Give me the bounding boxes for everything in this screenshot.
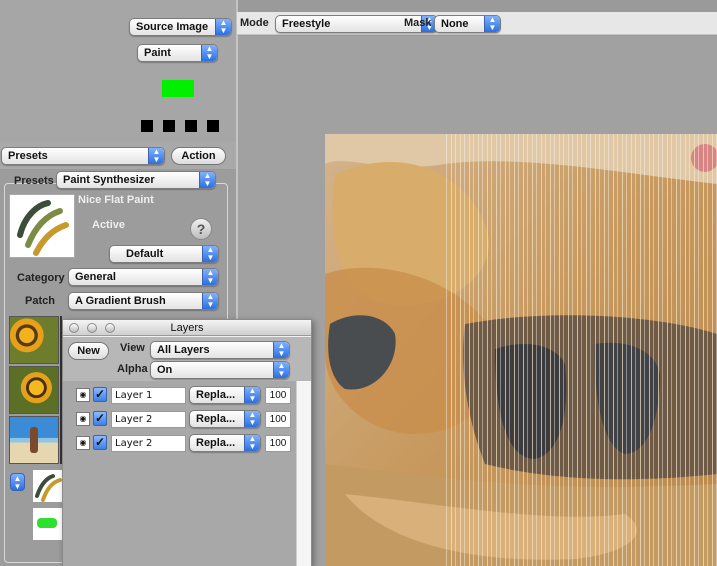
updown-arrow-icon: ▲ ▼: [201, 45, 217, 61]
canvas-painting: [325, 134, 717, 566]
opacity-field[interactable]: 100: [265, 411, 291, 428]
black-square-icon[interactable]: [185, 120, 197, 132]
presets-synth-value: Paint Synthesizer: [63, 174, 155, 186]
paint-popup[interactable]: Paint ▲ ▼: [137, 44, 218, 62]
updown-arrow-icon: ▲ ▼: [199, 172, 215, 188]
updown-arrow-icon: ▲ ▼: [215, 19, 231, 35]
layer-name-field[interactable]: Layer 2: [111, 411, 186, 428]
close-icon[interactable]: [69, 323, 79, 333]
layers-scrollbar[interactable]: [296, 381, 311, 566]
brush-strokes-icon: [17, 200, 69, 256]
updown-arrow-icon: ▲ ▼: [202, 269, 218, 285]
mask-popup[interactable]: None ▲ ▼: [434, 15, 501, 33]
blend-mode-popup[interactable]: Repla... ▲ ▼: [189, 434, 261, 452]
preset-name: Nice Flat Paint: [78, 194, 154, 206]
figure-icon: [30, 427, 38, 453]
patch-value: A Gradient Brush: [75, 295, 166, 307]
source-image-label: Source Image: [136, 21, 209, 33]
paint-canvas[interactable]: [325, 134, 717, 566]
eye-icon[interactable]: ◉: [76, 388, 90, 402]
updown-arrow-icon: ▲ ▼: [148, 148, 164, 164]
presets-select[interactable]: Presets ▲ ▼: [1, 147, 165, 165]
updown-arrow-icon: ▲ ▼: [273, 342, 289, 358]
updown-arrow-icon: ▲ ▼: [484, 16, 500, 32]
mask-value: None: [441, 18, 469, 30]
presets-label: Presets: [14, 175, 54, 187]
green-stroke-icon: [37, 518, 57, 528]
updown-arrow-icon: ▲ ▼: [273, 362, 289, 378]
mask-label: Mask: [404, 17, 432, 29]
source-panel: Source Image ▲ ▼ Paint ▲ ▼: [0, 0, 236, 142]
beach-thumbnail[interactable]: [9, 416, 59, 464]
default-popup[interactable]: Default ▲ ▼: [109, 245, 219, 263]
category-label: Category: [17, 272, 65, 284]
blend-mode-popup[interactable]: Repla... ▲ ▼: [189, 410, 261, 428]
black-square-icon[interactable]: [141, 120, 153, 132]
alpha-label: Alpha: [117, 363, 148, 375]
layer-name-field[interactable]: Layer 2: [111, 435, 186, 452]
layers-titlebar[interactable]: Layers: [63, 320, 311, 336]
new-layer-button[interactable]: New: [68, 342, 109, 360]
layers-list: ◉ ✓ Layer 1 Repla... ▲ ▼ 100 ◉ ✓ Layer 2 …: [63, 381, 296, 566]
checkmark-icon[interactable]: ✓: [93, 387, 107, 402]
checkmark-icon[interactable]: ✓: [93, 435, 107, 450]
source-image-popup[interactable]: Source Image ▲ ▼: [129, 18, 232, 36]
help-icon[interactable]: ?: [190, 218, 212, 240]
updown-arrow-icon[interactable]: ▲ ▼: [10, 473, 25, 491]
layers-header: New View All Layers ▲ ▼ Alpha On ▲ ▼: [63, 337, 311, 381]
paint-label: Paint: [144, 47, 171, 59]
layers-window: Layers New View All Layers ▲ ▼ Alpha On ▲…: [62, 319, 312, 566]
brush-strokes-icon: [35, 474, 62, 502]
mode-label: Mode: [240, 17, 269, 29]
black-square-icon[interactable]: [163, 120, 175, 132]
active-label: Active: [92, 219, 126, 231]
view-popup[interactable]: All Layers ▲ ▼: [150, 341, 290, 359]
alpha-value: On: [157, 364, 173, 376]
opacity-field[interactable]: 100: [265, 387, 291, 404]
view-value: All Layers: [157, 344, 210, 356]
updown-arrow-icon: ▲ ▼: [244, 435, 260, 451]
blend-mode-value: Repla...: [196, 389, 236, 401]
presets-bar: Presets ▲ ▼ Action: [0, 142, 236, 169]
opacity-field[interactable]: 100: [265, 435, 291, 452]
mode-value: Freestyle: [282, 18, 331, 30]
presets-select-label: Presets: [8, 150, 48, 162]
black-square-icon[interactable]: [207, 120, 219, 132]
blend-mode-value: Repla...: [196, 437, 236, 449]
brush-preview-thumbnail[interactable]: [33, 470, 63, 502]
checkmark-icon[interactable]: ✓: [93, 411, 107, 426]
layer-row[interactable]: ◉ ✓ Layer 2 Repla... ▲ ▼ 100: [69, 409, 295, 431]
action-button[interactable]: Action: [171, 147, 226, 165]
preset-brush-thumbnail[interactable]: [9, 194, 75, 258]
presets-synth-popup[interactable]: Paint Synthesizer ▲ ▼: [56, 171, 216, 189]
updown-arrow-icon: ▲ ▼: [244, 411, 260, 427]
updown-arrow-icon: ▲ ▼: [202, 293, 218, 309]
toolbar: Mode Freestyle ▲ ▼ Mask None ▲ ▼: [237, 12, 717, 35]
patch-label: Patch: [25, 295, 55, 307]
minimize-icon[interactable]: [87, 323, 97, 333]
blend-mode-popup[interactable]: Repla... ▲ ▼: [189, 386, 261, 404]
layer-name-field[interactable]: Layer 1: [111, 387, 186, 404]
zoom-icon[interactable]: [105, 323, 115, 333]
view-label: View: [120, 342, 145, 354]
default-value: Default: [126, 248, 164, 260]
patch-popup[interactable]: A Gradient Brush ▲ ▼: [68, 292, 219, 310]
eye-icon[interactable]: ◉: [76, 412, 90, 426]
eye-icon[interactable]: ◉: [76, 436, 90, 450]
updown-arrow-icon: ▲ ▼: [244, 387, 260, 403]
layers-title: Layers: [170, 322, 204, 334]
category-value: General: [75, 271, 116, 283]
layer-row[interactable]: ◉ ✓ Layer 2 Repla... ▲ ▼ 100: [69, 433, 295, 455]
alpha-popup[interactable]: On ▲ ▼: [150, 361, 290, 379]
sunflower-thumbnail[interactable]: [9, 366, 59, 414]
category-popup[interactable]: General ▲ ▼: [68, 268, 219, 286]
color-swatch[interactable]: [162, 80, 194, 97]
updown-arrow-icon: ▲ ▼: [202, 246, 218, 262]
layer-row[interactable]: ◉ ✓ Layer 1 Repla... ▲ ▼ 100: [69, 385, 295, 407]
blend-mode-value: Repla...: [196, 413, 236, 425]
green-stroke-thumbnail[interactable]: [33, 508, 63, 540]
sunflower-thumbnail[interactable]: [9, 316, 59, 364]
